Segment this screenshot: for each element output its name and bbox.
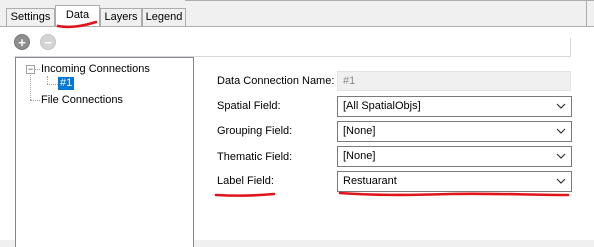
tree-item-connection-1[interactable]: #1 (58, 77, 75, 90)
thematic-field-label: Thematic Field: (217, 151, 293, 163)
chevron-down-icon (556, 153, 566, 159)
tab-strip-edge (586, 0, 587, 27)
connections-tree[interactable]: − Incoming Connections #1 File Connectio… (15, 57, 194, 247)
grouping-field-value: [None] (343, 125, 376, 137)
tree-connector (47, 76, 48, 84)
chevron-down-icon (556, 128, 566, 134)
add-glyph: + (18, 34, 26, 50)
grouping-field-dropdown[interactable]: [None] (337, 121, 572, 142)
data-connection-name-field: #1 (337, 71, 571, 91)
tree-connector (30, 100, 40, 101)
minus-circle-icon[interactable]: − (40, 34, 56, 50)
label-field-value: Restuarant (343, 175, 397, 187)
tree-connector (47, 84, 58, 85)
plus-circle-icon[interactable]: + (14, 34, 30, 50)
tab-settings[interactable]: Settings (6, 8, 55, 26)
window: Settings Data Layers Legend + − − Incomi… (0, 0, 594, 247)
tree-connector (30, 75, 31, 100)
chevron-down-icon (556, 103, 566, 109)
tree-item-incoming-connections[interactable]: Incoming Connections (41, 63, 150, 76)
remove-glyph: − (44, 34, 52, 50)
thematic-field-dropdown[interactable]: [None] (337, 146, 572, 167)
label-field-label: Label Field: (217, 175, 274, 187)
tab-data[interactable]: Data (55, 5, 100, 27)
tab-strip-border (185, 0, 594, 1)
tab-layers[interactable]: Layers (100, 8, 142, 26)
collapse-icon[interactable]: − (26, 65, 35, 74)
data-connection-name-label: Data Connection Name: (217, 75, 335, 87)
spatial-field-label: Spatial Field: (217, 100, 281, 112)
tree-connector (35, 69, 40, 70)
chevron-down-icon (556, 178, 566, 184)
grouping-field-label: Grouping Field: (217, 125, 293, 137)
spatial-field-dropdown[interactable]: [All SpatialObjs] (337, 96, 572, 117)
tab-strip: Settings Data Layers Legend (0, 0, 594, 27)
thematic-field-value: [None] (343, 150, 376, 162)
label-field-dropdown[interactable]: Restuarant (337, 171, 572, 192)
tree-item-file-connections[interactable]: File Connections (41, 94, 123, 107)
toolbar-separator (570, 38, 571, 56)
spatial-field-value: [All SpatialObjs] (343, 100, 421, 112)
tab-legend[interactable]: Legend (142, 8, 186, 26)
